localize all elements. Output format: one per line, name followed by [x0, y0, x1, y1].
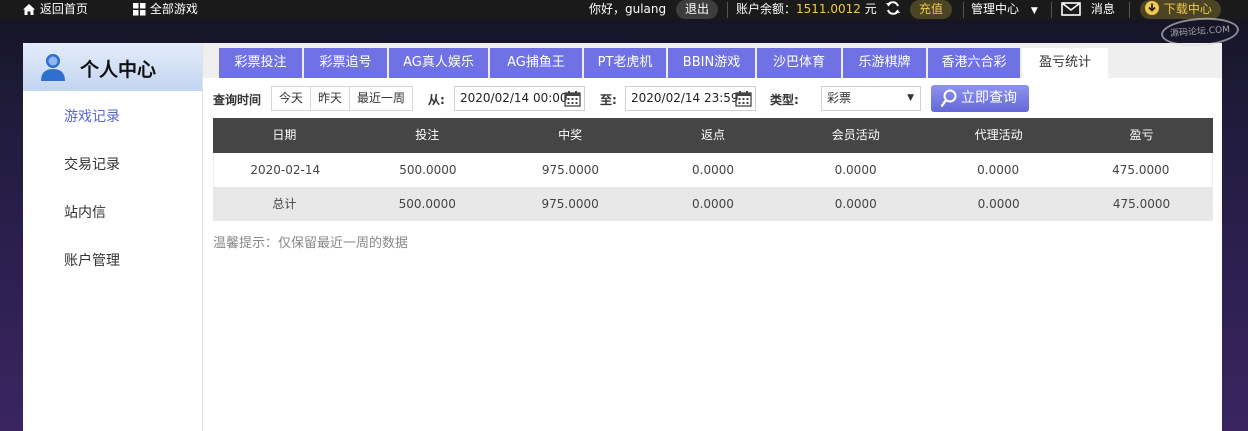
column-header: 投注	[415, 128, 440, 142]
table-cell: 975.0000	[541, 197, 599, 211]
table-cell: 500.0000	[399, 163, 457, 177]
divider	[963, 2, 964, 18]
table-cell: 0.0000	[977, 163, 1020, 177]
recharge-button[interactable]: 充值	[910, 0, 953, 19]
tab-bbin-games[interactable]: BBIN游戏	[668, 48, 755, 78]
refresh-icon	[886, 1, 900, 15]
divider	[1129, 2, 1130, 18]
watermark-stamp: 源码论坛.COM	[1160, 15, 1240, 49]
table-header-row: 日期 投注 中奖 返点 会员活动 代理活动 盈亏	[213, 118, 1213, 153]
column-header: 返点	[700, 128, 725, 142]
sidebar-item-inbox[interactable]: 站内信	[64, 202, 106, 222]
sidebar-item-game-records[interactable]: 游戏记录	[64, 106, 120, 126]
table-cell: 975.0000	[541, 163, 600, 177]
search-button-label: 立即查询	[961, 90, 1017, 106]
table-cell: 总计	[272, 197, 297, 211]
table-cell: 0.0000	[834, 163, 877, 177]
balance-label: 账户余额：	[736, 2, 797, 16]
table-row: 2020-02-14 500.0000 975.0000 0.0000 0.00…	[213, 153, 1213, 187]
table-cell: 0.0000	[977, 197, 1020, 211]
messages-label: 消息	[1090, 2, 1115, 16]
column-header: 中奖	[558, 128, 583, 142]
type-select[interactable]: 彩票 ▼	[821, 86, 921, 111]
type-label: 类型:	[770, 93, 799, 107]
table-cell: 475.0000	[1112, 197, 1171, 211]
from-date-value: 2020/02/14 00:00	[460, 91, 568, 105]
from-label: 从:	[428, 93, 445, 107]
home-label: 返回首页	[39, 2, 88, 16]
download-icon	[1145, 1, 1159, 15]
user-avatar-icon	[41, 54, 65, 81]
grid-icon	[133, 3, 146, 16]
balance-area: 账户余额：1511.0012 元	[736, 0, 877, 20]
query-time-label: 查询时间	[213, 93, 262, 107]
tab-saba-sports[interactable]: 沙巴体育	[757, 48, 841, 78]
type-select-value: 彩票	[827, 91, 852, 105]
tab-profit-loss-stats[interactable]: 盈亏统计	[1022, 48, 1108, 78]
refresh-button[interactable]	[885, 0, 901, 20]
caret-down-icon: ▼	[907, 93, 914, 103]
download-center-button[interactable]: 下载中心	[1140, 0, 1221, 19]
home-icon	[23, 4, 35, 15]
sidebar-item-account-management[interactable]: 账户管理	[64, 250, 120, 270]
to-label: 至:	[600, 93, 617, 107]
tab-pt-slots[interactable]: PT老虎机	[584, 48, 666, 78]
quick-range-group: 今天 昨天 最近一周	[271, 86, 414, 111]
main-panel: 个人中心 游戏记录 交易记录 站内信 账户管理 彩票投注 彩票追号 AG真人娱乐…	[23, 43, 1222, 431]
to-date-value: 2020/02/14 23:59	[631, 91, 739, 105]
tab-lottery-chase[interactable]: 彩票追号	[304, 48, 387, 78]
tab-ag-fishing[interactable]: AG捕鱼王	[490, 48, 582, 78]
quick-range-today[interactable]: 今天	[272, 87, 312, 110]
tab-ag-live[interactable]: AG真人娱乐	[389, 48, 488, 78]
table-cell: 0.0000	[834, 197, 877, 211]
table-total-row: 总计 500.0000 975.0000 0.0000 0.0000 0.000…	[213, 187, 1213, 221]
search-button[interactable]: 立即查询	[931, 85, 1029, 112]
quick-range-yesterday[interactable]: 昨天	[311, 87, 351, 110]
divider	[727, 2, 728, 18]
home-link[interactable]: 返回首页	[22, 0, 88, 20]
calendar-icon[interactable]	[735, 90, 752, 107]
quick-range-last-week[interactable]: 最近一周	[350, 87, 412, 110]
sidebar-header: 个人中心	[23, 43, 202, 91]
table-cell: 0.0000	[691, 197, 734, 211]
table-cell: 475.0000	[1112, 163, 1170, 177]
caret-down-icon: ▼	[1030, 6, 1038, 16]
tab-lottery-bets[interactable]: 彩票投注	[219, 48, 302, 78]
column-header: 会员活动	[831, 128, 880, 142]
magnifier-icon	[940, 89, 957, 108]
calendar-icon[interactable]	[564, 90, 581, 107]
column-header: 盈亏	[1129, 128, 1154, 142]
balance-value: 1511.0012	[796, 2, 861, 16]
profit-loss-table: 日期 投注 中奖 返点 会员活动 代理活动 盈亏 2020-02-14 500.…	[213, 118, 1213, 221]
column-header: 日期	[272, 128, 297, 142]
mail-icon	[1061, 2, 1081, 16]
sidebar: 个人中心 游戏记录 交易记录 站内信 账户管理	[23, 43, 203, 431]
data-retention-tip: 温馨提示：仅保留最近一周的数据	[213, 236, 409, 251]
messages-link[interactable]: 消息	[1061, 0, 1115, 20]
logout-button[interactable]: 退出	[676, 0, 719, 19]
sidebar-item-transaction-records[interactable]: 交易记录	[64, 154, 120, 174]
greeting-text: 你好，gulang	[589, 2, 667, 16]
table-cell: 2020-02-14	[250, 163, 321, 177]
admin-center-label: 管理中心	[971, 2, 1020, 16]
admin-center-dropdown[interactable]: 管理中心 ▼	[971, 0, 1038, 20]
from-date-input[interactable]: 2020/02/14 00:00	[454, 86, 585, 111]
balance-unit: 元	[864, 2, 877, 16]
all-games-link[interactable]: 全部游戏	[133, 0, 198, 20]
download-center-label: 下载中心	[1163, 2, 1212, 16]
sidebar-title: 个人中心	[80, 59, 157, 81]
table-cell: 0.0000	[692, 163, 735, 177]
column-header: 代理活动	[974, 128, 1023, 142]
tab-hk-mark-six[interactable]: 香港六合彩	[928, 48, 1020, 78]
all-games-label: 全部游戏	[149, 2, 198, 16]
tab-leyou-chess[interactable]: 乐游棋牌	[843, 48, 926, 78]
divider	[1051, 2, 1052, 18]
table-cell: 500.0000	[398, 197, 456, 211]
to-date-input[interactable]: 2020/02/14 23:59	[625, 86, 756, 111]
top-bar: 返回首页 全部游戏 你好，gulang 退出 账户余额：1511.0012 元 …	[0, 0, 1248, 20]
